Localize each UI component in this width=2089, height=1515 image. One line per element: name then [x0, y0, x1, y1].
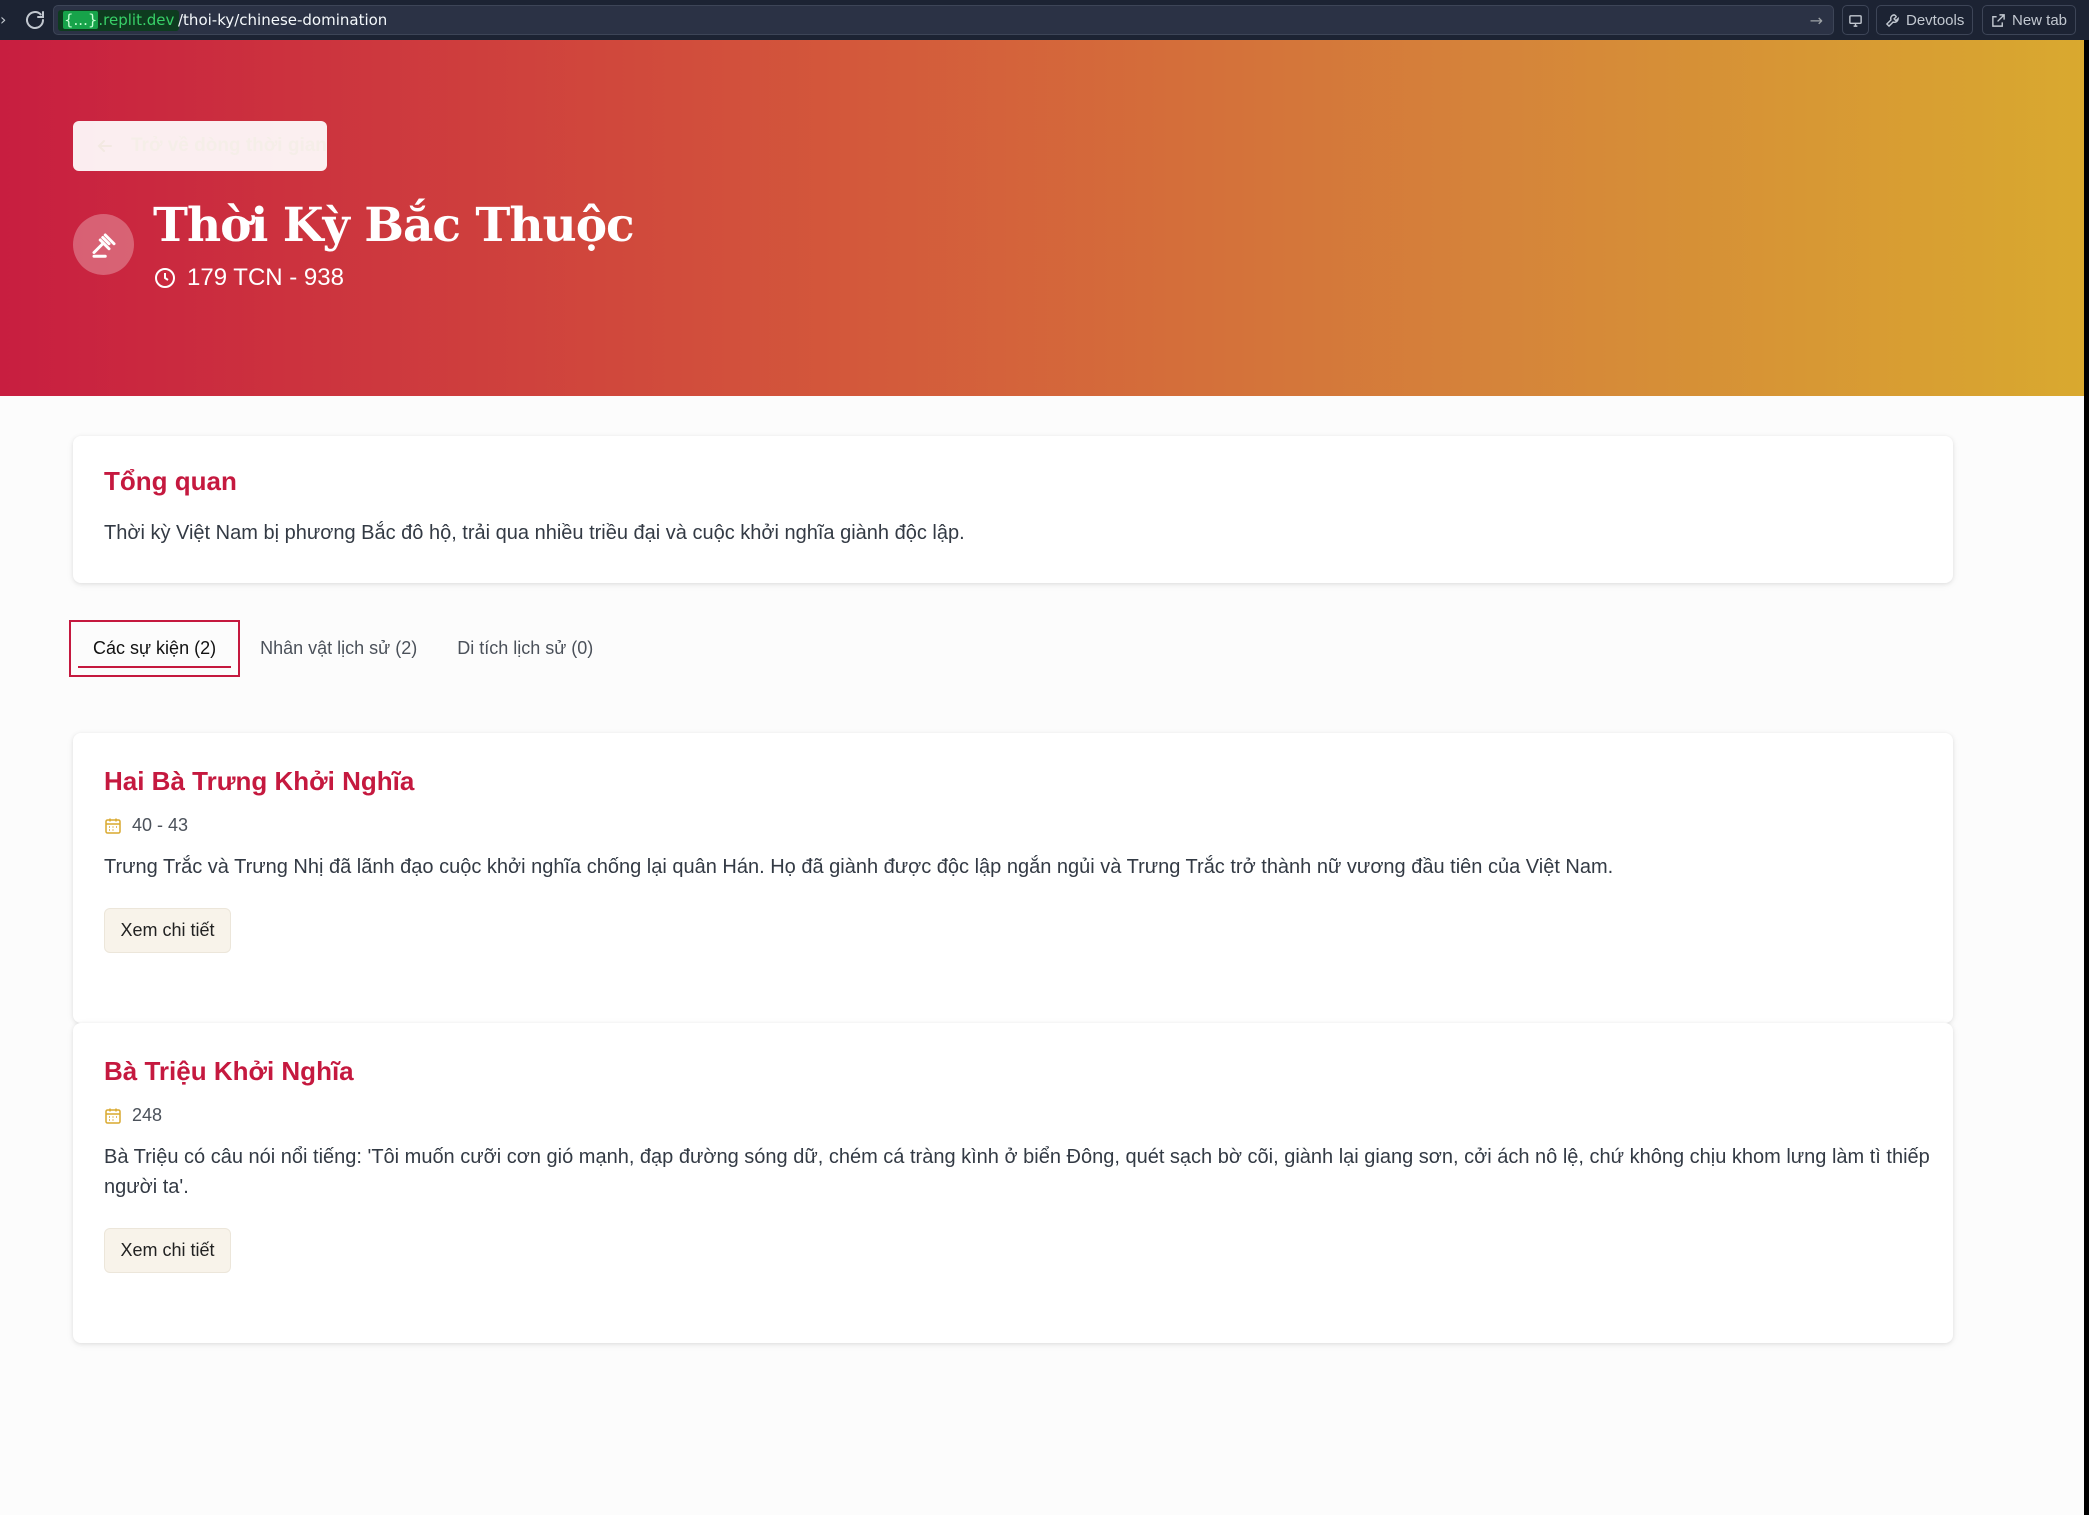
event-card: Hai Bà Trưng Khởi Nghĩa 40 - 43 Trưng Tr… — [73, 733, 1953, 1023]
calendar-icon — [105, 1108, 121, 1124]
event-title: Bà Triệu Khởi Nghĩa — [104, 1056, 354, 1086]
event-description: Bà Triệu có câu nói nổi tiếng: 'Tôi muốn… — [104, 1146, 1930, 1198]
back-button-label: Trở về dòng thời gian — [131, 135, 327, 156]
view-details-button[interactable]: Xem chi tiết — [104, 1228, 231, 1273]
era-title: Thời Kỳ Bắc Thuộc — [153, 198, 635, 253]
device-preview-button[interactable] — [1842, 5, 1869, 35]
back-to-timeline-button[interactable]: Trở về dòng thời gian — [73, 121, 327, 171]
event-card: Bà Triệu Khởi Nghĩa 248 Bà Triệu có câu … — [73, 1023, 1953, 1343]
new-tab-button[interactable]: New tab — [1982, 5, 2077, 35]
forward-icon[interactable]: › — [0, 10, 10, 30]
calendar-icon — [105, 818, 121, 834]
tab-events[interactable]: Các sự kiện (2) — [69, 620, 241, 677]
browser-toolbar: › {...}.replit.dev /thoi-ky/chinese-domi… — [0, 0, 2089, 40]
arrow-left-icon — [97, 140, 112, 152]
gavel-icon — [73, 214, 134, 275]
window-edge — [2084, 40, 2089, 1515]
event-description: Trưng Trắc và Trưng Nhị đã lãnh đạo cuộc… — [104, 856, 1614, 878]
url-path: /thoi-ky/chinese-domination — [178, 11, 388, 29]
era-header-banner: Trở về dòng thời gian Thời Kỳ Bắc Thuộc … — [0, 40, 2084, 396]
view-details-button[interactable]: Xem chi tiết — [104, 908, 231, 953]
clock-icon — [155, 268, 175, 288]
page-content: Trở về dòng thời gian Thời Kỳ Bắc Thuộc … — [0, 40, 2084, 1515]
devtools-button[interactable]: Devtools — [1876, 5, 1974, 35]
wrench-icon — [1885, 13, 1899, 27]
overview-card: Tổng quan Thời kỳ Việt Nam bị phương Bắc… — [73, 436, 1953, 583]
tab-list: Các sự kiện (2) Nhân vật lịch sử (2) Di … — [69, 620, 613, 677]
overview-heading: Tổng quan — [104, 466, 237, 496]
reload-icon[interactable] — [23, 8, 47, 32]
overview-text: Thời kỳ Việt Nam bị phương Bắc đô hộ, tr… — [104, 522, 965, 544]
url-bar[interactable]: {...}.replit.dev /thoi-ky/chinese-domina… — [53, 5, 1834, 35]
external-link-icon — [1992, 13, 2005, 27]
url-domain: {...}.replit.dev — [58, 10, 180, 31]
event-title: Hai Bà Trưng Khởi Nghĩa — [104, 766, 415, 796]
monitor-icon — [1849, 14, 1862, 27]
tab-historical-figures[interactable]: Nhân vật lịch sử (2) — [240, 620, 437, 677]
tab-historical-sites[interactable]: Di tích lịch sử (0) — [437, 620, 613, 677]
event-date: 40 - 43 — [104, 815, 188, 836]
era-date-range: 179 TCN - 938 — [153, 264, 344, 292]
go-arrow-icon[interactable]: → — [1810, 10, 1823, 31]
event-date: 248 — [104, 1105, 162, 1126]
